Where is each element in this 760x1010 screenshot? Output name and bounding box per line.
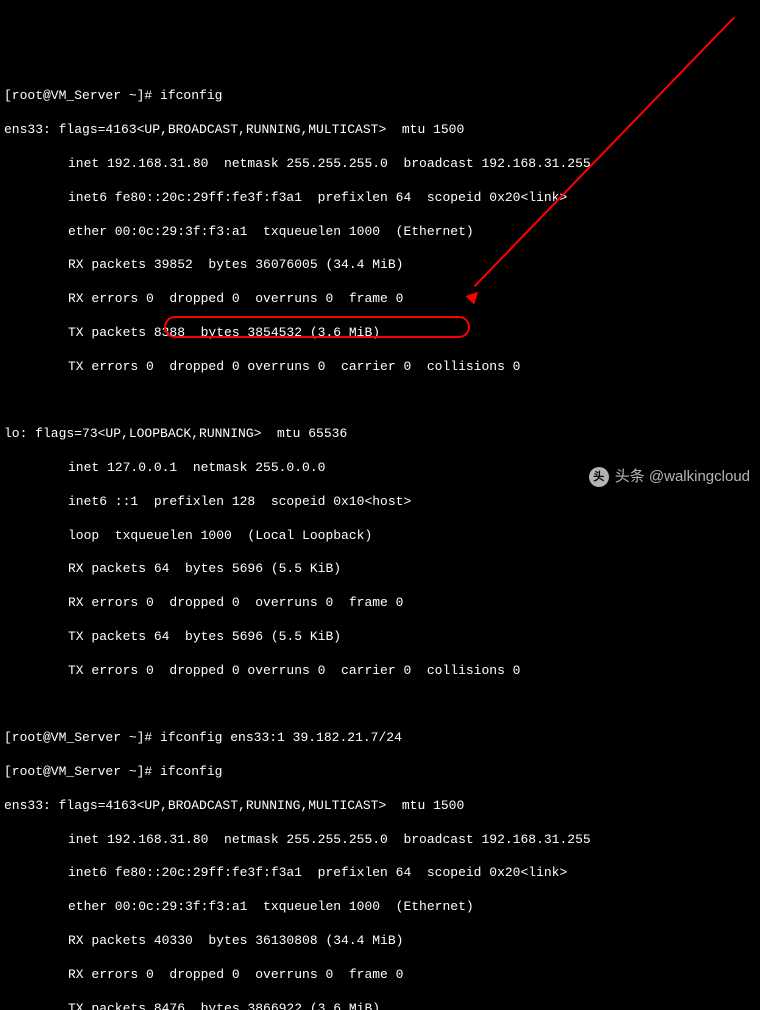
prompt-line[interactable]: [root@VM_Server ~]# ifconfig — [4, 88, 756, 105]
command-text: ifconfig — [160, 88, 222, 103]
shell-prompt: [root@VM_Server ~]# — [4, 88, 160, 103]
shell-prompt: [root@VM_Server ~]# — [4, 764, 160, 779]
iface-inet: inet 192.168.31.80 netmask 255.255.255.0… — [4, 156, 756, 173]
command-text: ifconfig ens33:1 39.182.21.7/24 — [160, 730, 402, 745]
iface-rxp: RX packets 40330 bytes 36130808 (34.4 Mi… — [4, 933, 756, 950]
iface-txp: TX packets 8476 bytes 3866922 (3.6 MiB) — [4, 1001, 756, 1010]
iface-inet6: inet6 ::1 prefixlen 128 scopeid 0x10<hos… — [4, 494, 756, 511]
iface-inet6: inet6 fe80::20c:29ff:fe3f:f3a1 prefixlen… — [4, 865, 756, 882]
iface-ether: ether 00:0c:29:3f:f3:a1 txqueuelen 1000 … — [4, 224, 756, 241]
command-text: ifconfig — [160, 764, 222, 779]
iface-inet: inet 127.0.0.1 netmask 255.0.0.0 — [4, 460, 756, 477]
iface-txe: TX errors 0 dropped 0 overruns 0 carrier… — [4, 663, 756, 680]
terminal-output: [root@VM_Server ~]# ifconfig ens33: flag… — [4, 72, 756, 1010]
iface-header: ens33: flags=4163<UP,BROADCAST,RUNNING,M… — [4, 798, 756, 815]
iface-txe: TX errors 0 dropped 0 overruns 0 carrier… — [4, 359, 756, 376]
iface-txp: TX packets 8388 bytes 3854532 (3.6 MiB) — [4, 325, 756, 342]
iface-rxp: RX packets 39852 bytes 36076005 (34.4 Mi… — [4, 257, 756, 274]
iface-loop: loop txqueuelen 1000 (Local Loopback) — [4, 528, 756, 545]
iface-inet: inet 192.168.31.80 netmask 255.255.255.0… — [4, 832, 756, 849]
iface-ether: ether 00:0c:29:3f:f3:a1 txqueuelen 1000 … — [4, 899, 756, 916]
iface-rxe: RX errors 0 dropped 0 overruns 0 frame 0 — [4, 967, 756, 984]
blank-line — [4, 697, 756, 714]
iface-rxe: RX errors 0 dropped 0 overruns 0 frame 0 — [4, 291, 756, 308]
prompt-line[interactable]: [root@VM_Server ~]# ifconfig — [4, 764, 756, 781]
iface-rxe: RX errors 0 dropped 0 overruns 0 frame 0 — [4, 595, 756, 612]
iface-header: ens33: flags=4163<UP,BROADCAST,RUNNING,M… — [4, 122, 756, 139]
iface-rxp: RX packets 64 bytes 5696 (5.5 KiB) — [4, 561, 756, 578]
blank-line — [4, 392, 756, 409]
prompt-line[interactable]: [root@VM_Server ~]# ifconfig ens33:1 39.… — [4, 730, 756, 747]
shell-prompt: [root@VM_Server ~]# — [4, 730, 160, 745]
iface-inet6: inet6 fe80::20c:29ff:fe3f:f3a1 prefixlen… — [4, 190, 756, 207]
iface-txp: TX packets 64 bytes 5696 (5.5 KiB) — [4, 629, 756, 646]
iface-header: lo: flags=73<UP,LOOPBACK,RUNNING> mtu 65… — [4, 426, 756, 443]
